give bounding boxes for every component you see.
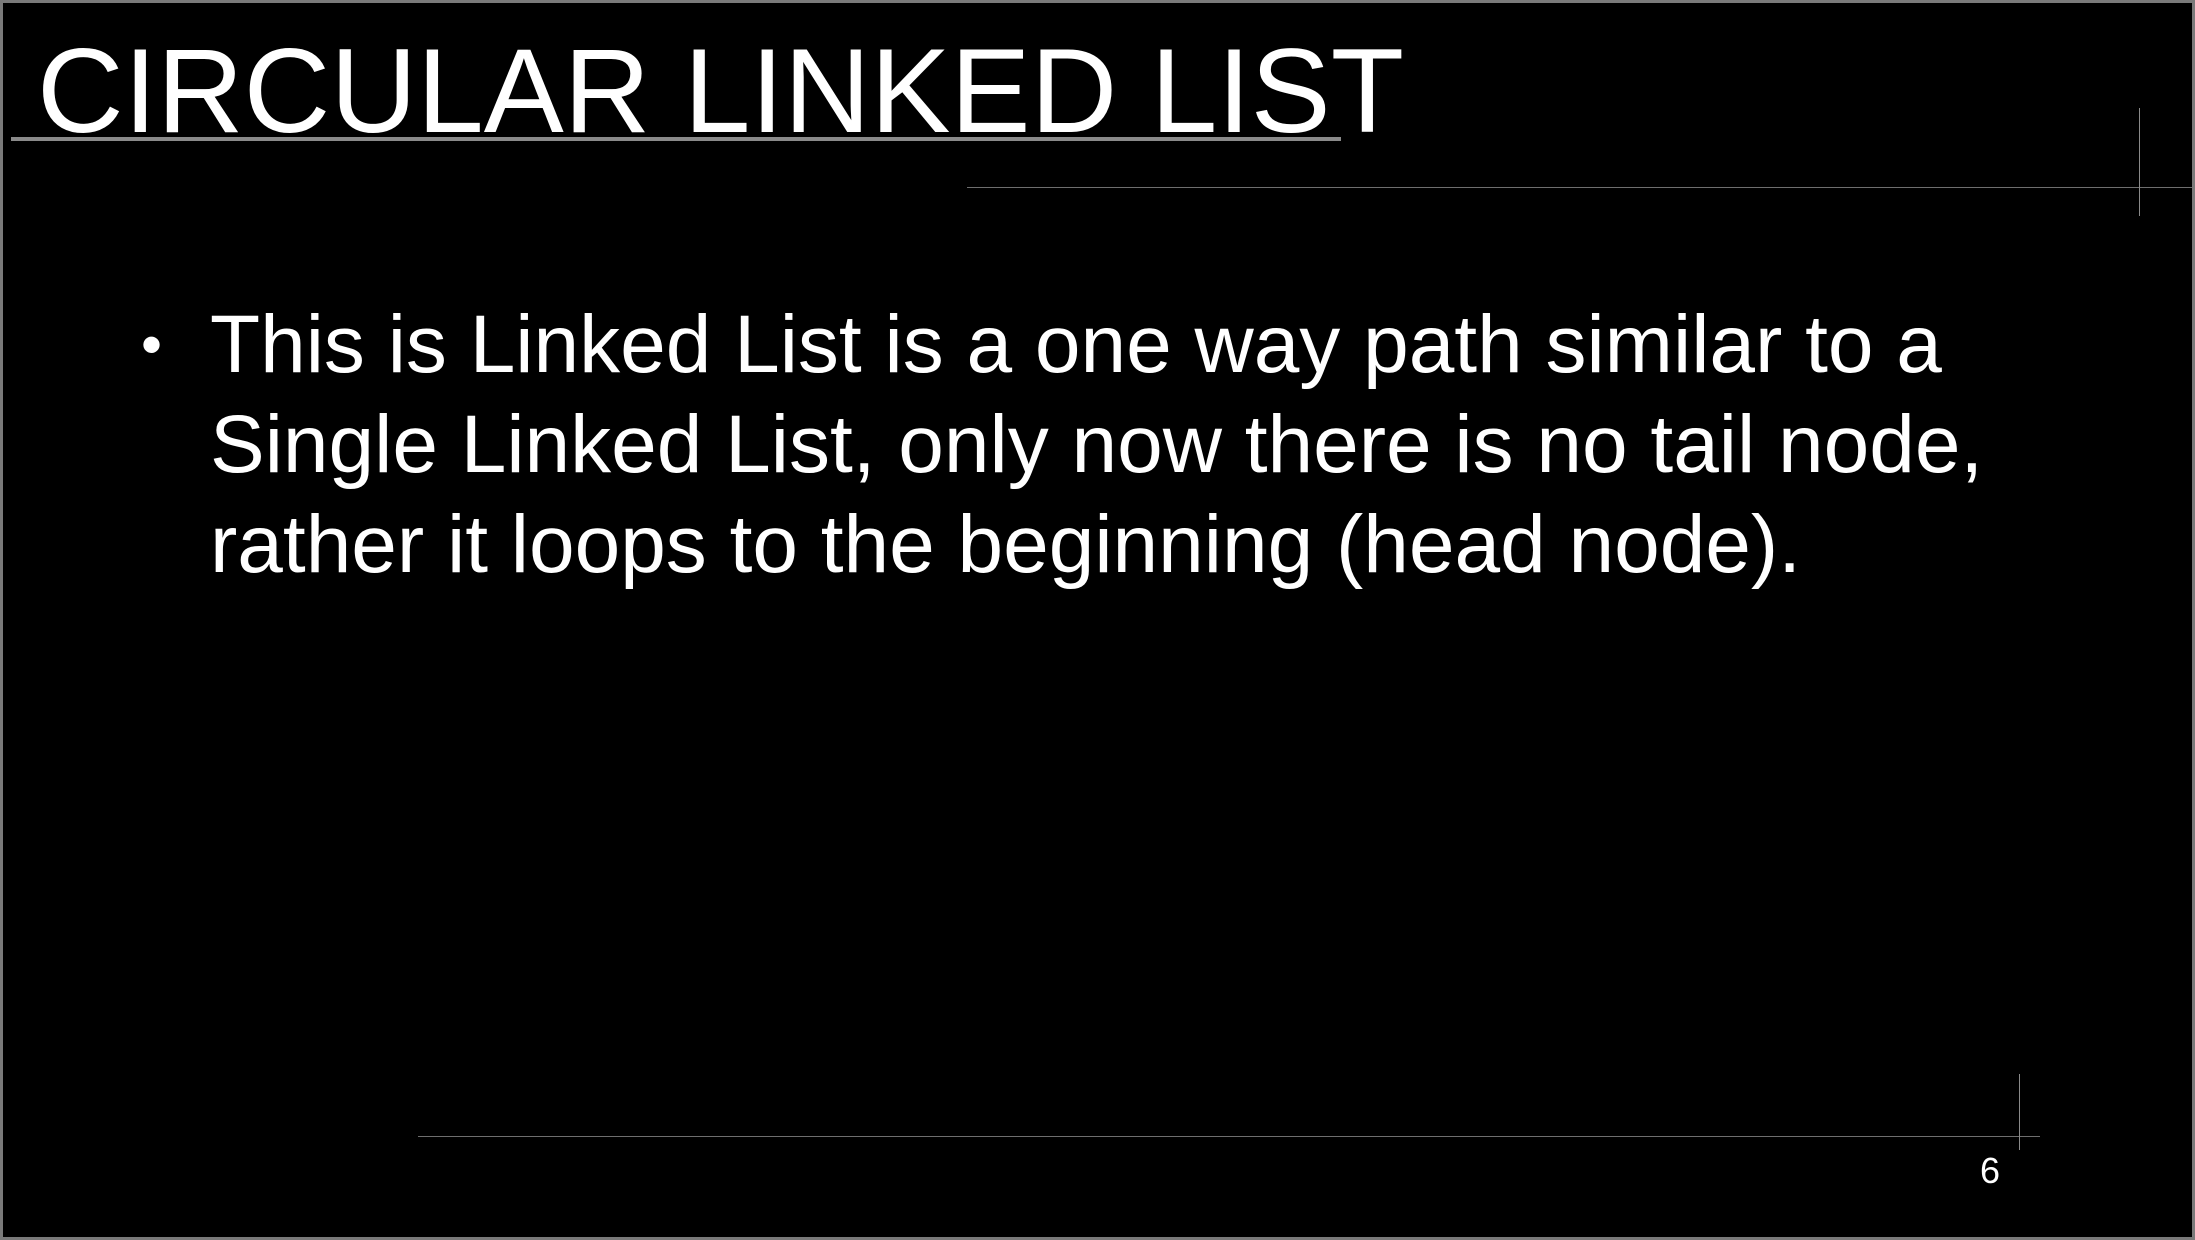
- bullet-item: • This is Linked List is a one way path …: [133, 295, 2093, 595]
- top-divider-line: [967, 187, 2192, 188]
- bullet-list: • This is Linked List is a one way path …: [133, 295, 2093, 595]
- slide: CIRCULAR LINKED LIST • This is Linked Li…: [0, 0, 2195, 1240]
- bullet-text: This is Linked List is a one way path si…: [210, 299, 1984, 590]
- bottom-corner-mark: [2019, 1074, 2020, 1150]
- title-underline: [11, 137, 1341, 141]
- bottom-divider-line: [418, 1136, 2040, 1137]
- page-number: 6: [1979, 1150, 2001, 1191]
- top-corner-mark: [2139, 108, 2140, 216]
- bullet-dot-icon: •: [141, 311, 163, 378]
